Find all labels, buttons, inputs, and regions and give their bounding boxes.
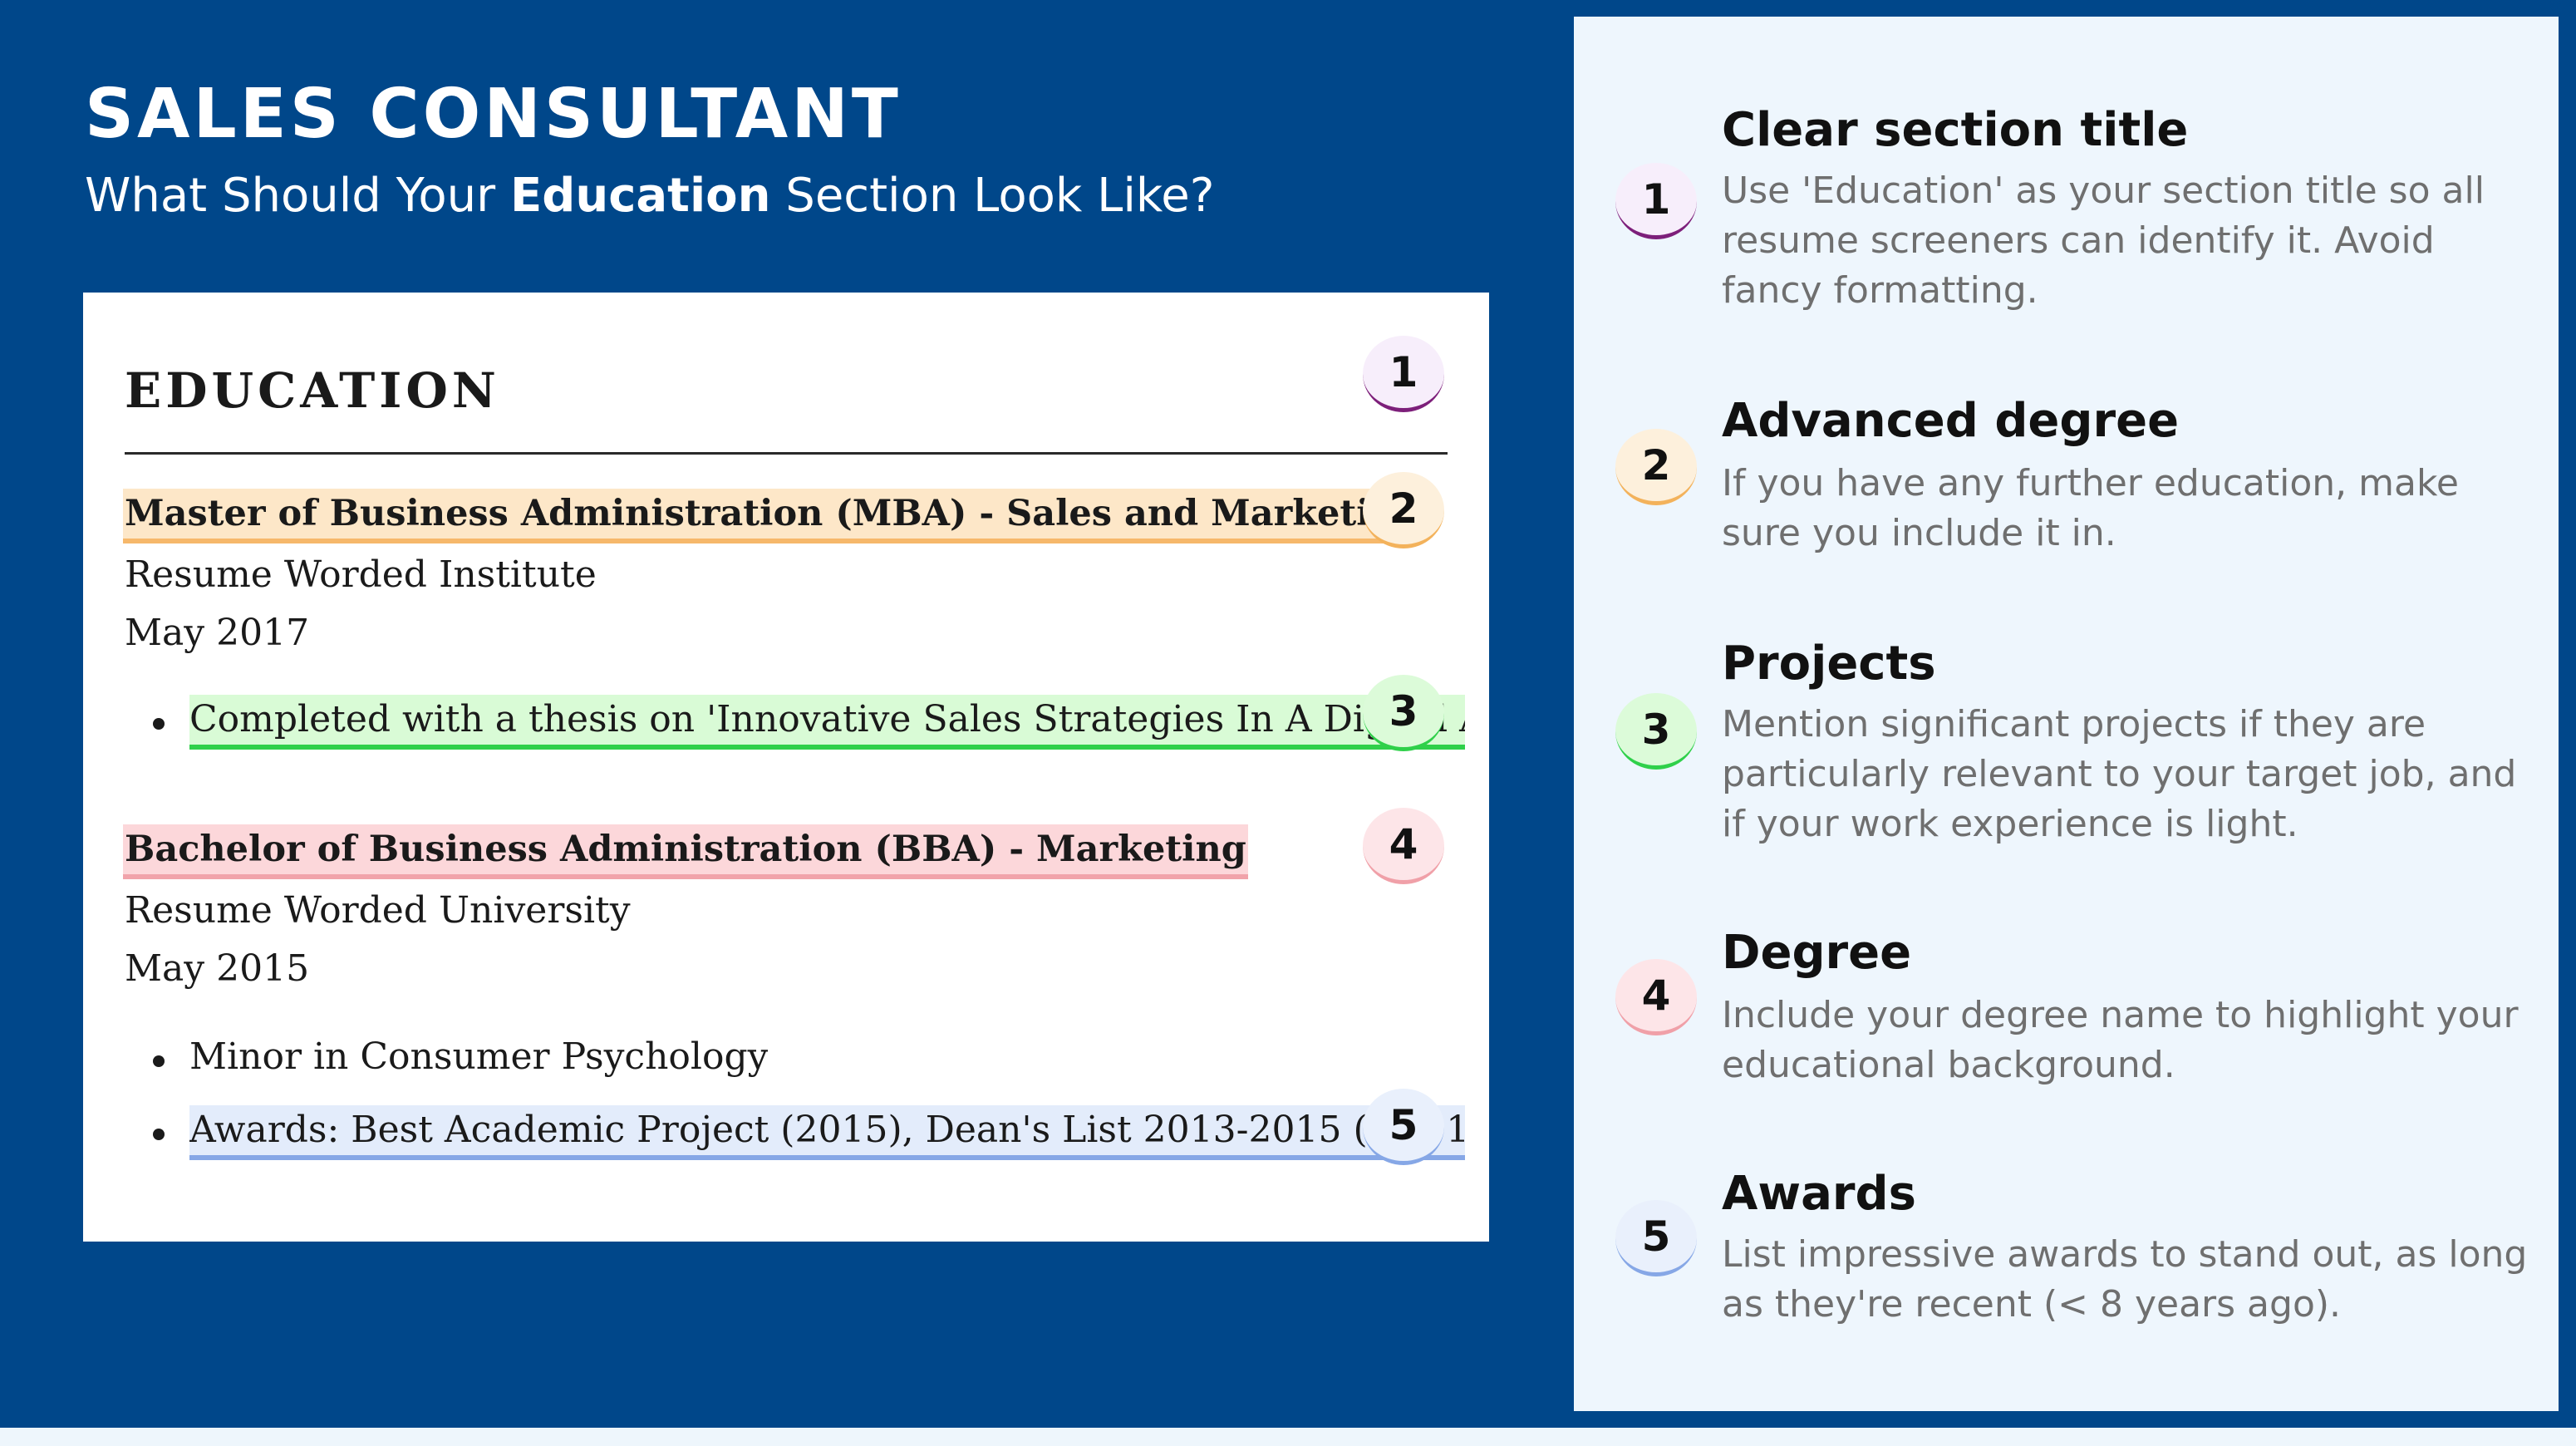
tip-text-1: Use 'Education' as your section title so… [1722,170,2485,312]
section-divider [125,452,1448,455]
tip-title-5: Awards [1722,1167,1916,1221]
tip-text-5: List impressive awards to stand out, as … [1722,1233,2528,1326]
institution-2: Resume Worded University [125,889,631,932]
subtitle-suffix: Section Look Like? [770,169,1215,223]
date-2: May 2015 [125,947,310,990]
badge-2: 2 [1363,472,1444,548]
tip-title-1: Clear section title [1722,103,2189,157]
tip-title-3: Projects [1722,637,1936,691]
bottom-strip [0,1428,2576,1446]
tip-title-4: Degree [1722,926,1912,980]
institution-1: Resume Worded Institute [125,553,597,596]
tip-badge-2: 2 [1615,429,1697,505]
badge-1: 1 [1363,336,1444,412]
bullet-dot [153,718,165,730]
degree-mba: Master of Business Administration (MBA) … [123,489,1423,543]
tip-badge-4: 4 [1615,959,1697,1035]
bullet-dot [153,1055,165,1067]
section-title: EDUCATION [125,362,500,419]
bullet-thesis: Completed with a thesis on 'Innovative S… [189,695,1465,750]
tip-text-4: Include your degree name to highlight yo… [1722,994,2519,1086]
bullet-minor: Minor in Consumer Psychology [189,1035,769,1078]
badge-3: 3 [1363,675,1444,751]
tip-badge-5: 5 [1615,1200,1697,1276]
tip-text-3: Mention significant projects if they are… [1722,703,2517,845]
date-1: May 2017 [125,612,310,654]
degree-bba: Bachelor of Business Administration (BBA… [123,824,1248,879]
tip-text-2: If you have any further education, make … [1722,462,2459,554]
bullet-dot [153,1129,165,1140]
tip-badge-3: 3 [1615,693,1697,770]
page-subtitle: What Should Your Education Section Look … [85,163,1214,229]
job-title: SALES CONSULTANT [85,75,902,154]
badge-5: 5 [1363,1089,1444,1165]
subtitle-prefix: What Should Your [85,169,510,223]
badge-4: 4 [1363,808,1444,884]
subtitle-bold: Education [509,169,771,223]
tip-title-2: Advanced degree [1722,394,2180,448]
tip-badge-1: 1 [1615,163,1697,239]
resume-card: EDUCATION Master of Business Administrat… [83,293,1489,1242]
bullet-awards: Awards: Best Academic Project (2015), De… [189,1105,1465,1160]
